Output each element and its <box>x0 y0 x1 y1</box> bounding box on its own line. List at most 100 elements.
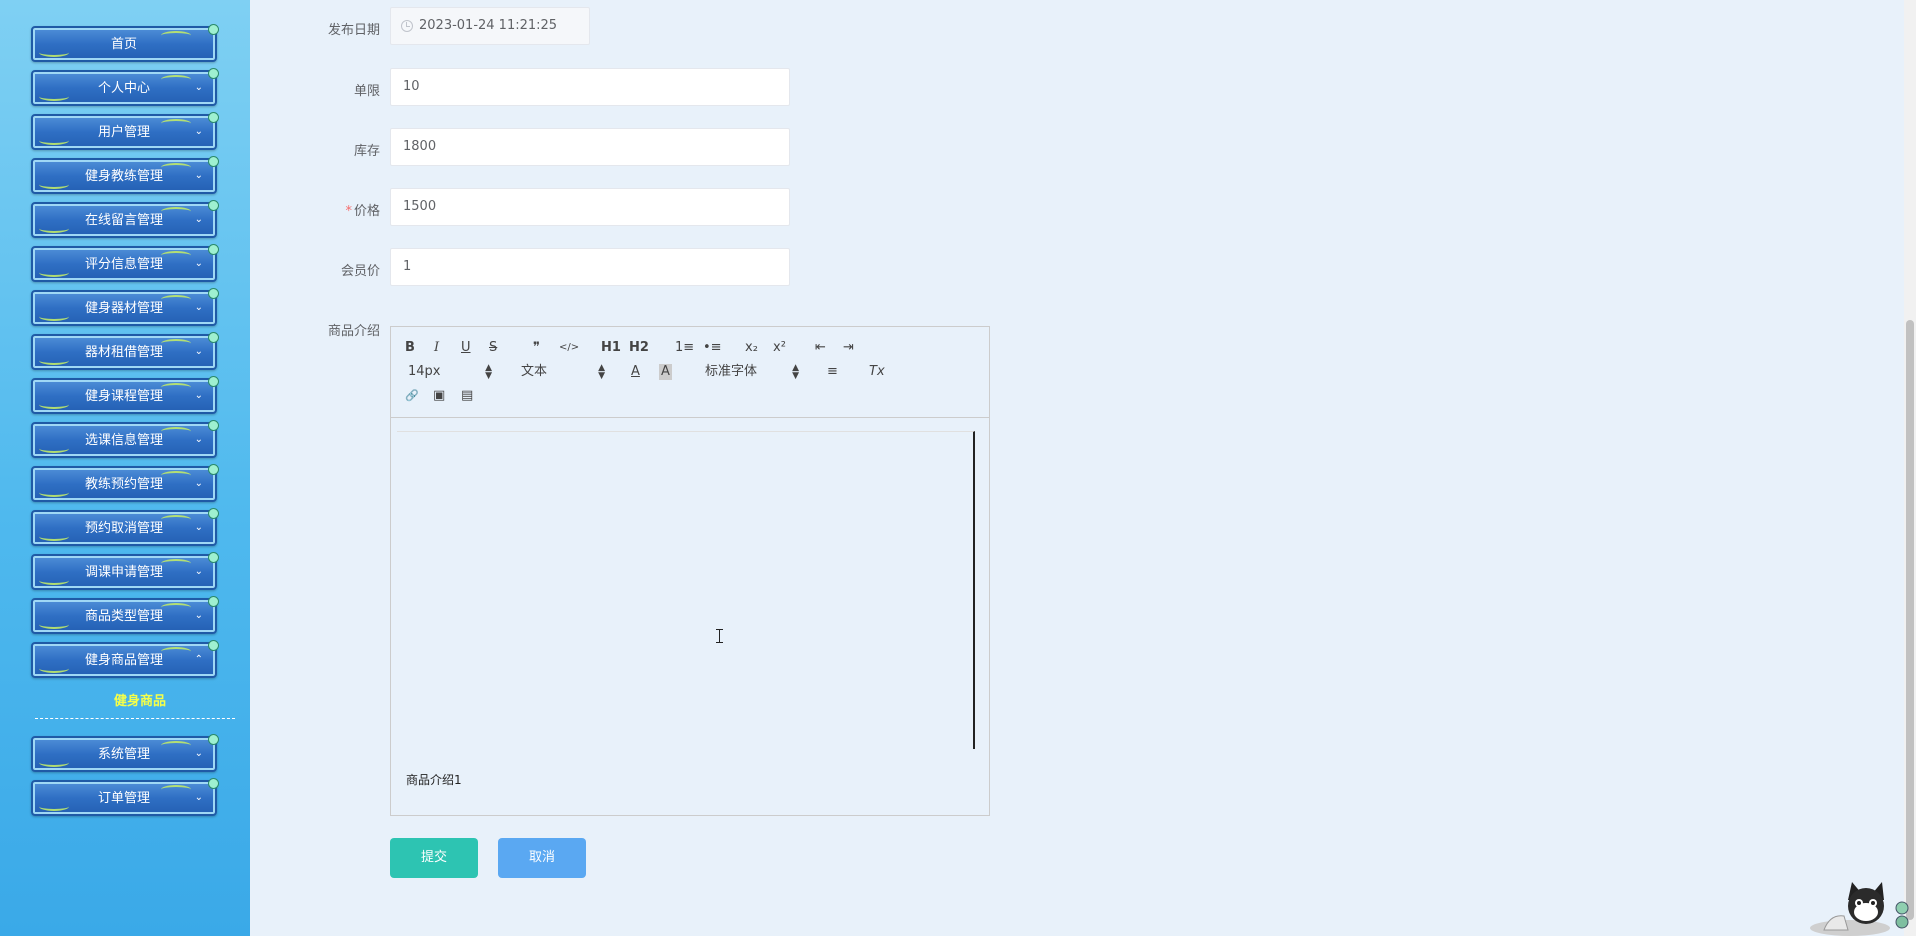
align-icon[interactable]: ≡ <box>827 364 838 380</box>
italic-icon[interactable]: I <box>434 340 439 356</box>
sidebar-item-equipment-rental[interactable]: 器材租借管理 ⌄ <box>31 332 219 370</box>
sidebar-item-label: 教练预约管理 <box>84 477 163 492</box>
dot-icon <box>208 552 219 563</box>
limit-input[interactable]: 10 <box>390 68 790 106</box>
sidebar-item-system[interactable]: 系统管理 ⌄ <box>31 734 219 772</box>
stock-input[interactable]: 1800 <box>390 128 790 166</box>
dot-icon <box>208 376 219 387</box>
chevron-down-icon: ⌄ <box>194 258 203 269</box>
dot-icon <box>208 640 219 651</box>
header-select[interactable]: 文本 ▲ ▼ <box>521 364 605 381</box>
dot-icon <box>208 156 219 167</box>
sidebar-item-label: 选课信息管理 <box>84 433 163 448</box>
strike-icon[interactable]: S <box>489 340 497 356</box>
text-color-icon[interactable]: A <box>631 364 640 380</box>
chevron-down-icon: ⌄ <box>194 170 203 181</box>
sidebar: 首页 个人中心 ⌄ 用户管理 ⌄ 健身教练管理 ⌄ 在线留言管理 ⌄ 评分信息管… <box>0 0 250 936</box>
sidebar-item-label: 商品类型管理 <box>84 609 163 624</box>
sidebar-item-booking-cancel[interactable]: 预约取消管理 ⌄ <box>31 508 219 546</box>
sidebar-item-label: 预约取消管理 <box>84 521 163 536</box>
sidebar-item-course-selection[interactable]: 选课信息管理 ⌄ <box>31 420 219 458</box>
sidebar-item-label: 健身器材管理 <box>84 301 163 316</box>
chevron-down-icon: ⌄ <box>194 566 203 577</box>
sidebar-item-label: 评分信息管理 <box>84 257 163 272</box>
dot-icon <box>208 734 219 745</box>
font-family-select[interactable]: 标准字体 ▲ ▼ <box>705 363 799 381</box>
h2-icon[interactable]: H2 <box>629 340 649 356</box>
sidebar-item-messages[interactable]: 在线留言管理 ⌄ <box>31 200 219 238</box>
dot-icon <box>208 508 219 519</box>
chevron-down-icon: ⌄ <box>194 522 203 533</box>
dot-icon <box>208 24 219 35</box>
outdent-icon[interactable]: ⇤ <box>815 340 826 356</box>
chevron-down-icon: ⌄ <box>194 82 203 93</box>
sidebar-item-coach-booking[interactable]: 教练预约管理 ⌄ <box>31 464 219 502</box>
select-arrows-icon: ▲ ▼ <box>485 363 492 381</box>
chevron-down-icon: ⌄ <box>194 478 203 489</box>
dot-icon <box>208 200 219 211</box>
sidebar-item-equipment[interactable]: 健身器材管理 ⌄ <box>31 288 219 326</box>
sidebar-item-label: 健身教练管理 <box>84 169 163 184</box>
bullet-list-icon[interactable]: •≡ <box>703 340 722 356</box>
cat-mascot-icon[interactable] <box>1810 870 1910 936</box>
sidebar-item-coaches[interactable]: 健身教练管理 ⌄ <box>31 156 219 194</box>
editor-toolbar: B I U S ❞ </> H1 H2 1≡ •≡ x₂ x² ⇤ ⇥ 14px… <box>391 327 989 418</box>
dot-icon <box>208 68 219 79</box>
scrollbar-thumb[interactable] <box>1906 320 1914 920</box>
member-price-label: 会员价 <box>340 264 380 279</box>
price-label-text: 价格 <box>353 204 380 219</box>
rich-text-editor: B I U S ❞ </> H1 H2 1≡ •≡ x₂ x² ⇤ ⇥ 14px… <box>390 326 990 816</box>
page-scrollbar[interactable] <box>1904 0 1916 936</box>
editor-content-area[interactable]: 商品介绍1 <box>391 417 989 815</box>
underline-icon[interactable]: U <box>461 340 471 356</box>
clean-format-icon[interactable]: Tx <box>869 364 885 380</box>
price-label: * 价格 <box>250 200 380 219</box>
dot-icon <box>208 288 219 299</box>
image-icon[interactable]: ▣ <box>433 388 445 404</box>
video-icon[interactable]: ▤ <box>461 388 473 404</box>
bold-icon[interactable]: B <box>405 340 415 356</box>
chevron-down-icon: ⌄ <box>194 748 203 759</box>
subscript-icon[interactable]: x₂ <box>745 340 758 356</box>
member-price-input[interactable]: 1 <box>390 248 790 286</box>
sidebar-item-product-types[interactable]: 商品类型管理 ⌄ <box>31 596 219 634</box>
sidebar-item-course-change[interactable]: 调课申请管理 ⌄ <box>31 552 219 590</box>
price-input[interactable]: 1500 <box>390 188 790 226</box>
submit-button[interactable]: 提交 <box>390 838 478 878</box>
font-size-select[interactable]: 14px ▲ ▼ <box>408 363 492 381</box>
chevron-down-icon: ⌄ <box>194 390 203 401</box>
sidebar-item-users[interactable]: 用户管理 ⌄ <box>31 112 219 150</box>
link-icon[interactable]: 🔗 <box>405 388 419 404</box>
sidebar-subitem-products[interactable]: 健身商品 <box>40 690 240 709</box>
code-icon[interactable]: </> <box>559 340 579 356</box>
description-content[interactable]: 商品介绍1 <box>406 771 462 788</box>
chevron-down-icon: ⌄ <box>194 302 203 313</box>
chevron-down-icon: ⌄ <box>194 610 203 621</box>
sidebar-item-orders[interactable]: 订单管理 ⌄ <box>31 778 219 816</box>
select-arrows-icon: ▲ ▼ <box>792 363 799 381</box>
dot-icon <box>208 596 219 607</box>
stock-label: 库存 <box>353 144 380 159</box>
sidebar-item-label: 健身商品管理 <box>84 653 163 668</box>
h1-icon[interactable]: H1 <box>601 340 621 356</box>
dot-icon <box>208 420 219 431</box>
ordered-list-icon[interactable]: 1≡ <box>675 340 694 356</box>
publish-date-value: 2023-01-24 11:21:25 <box>419 18 558 33</box>
sidebar-item-profile[interactable]: 个人中心 ⌄ <box>31 68 219 106</box>
sidebar-item-label: 用户管理 <box>97 125 150 140</box>
sidebar-item-courses[interactable]: 健身课程管理 ⌄ <box>31 376 219 414</box>
superscript-icon[interactable]: x² <box>773 340 786 356</box>
sidebar-item-products[interactable]: 健身商品管理 ⌃ <box>31 640 219 678</box>
sidebar-item-home[interactable]: 首页 <box>31 24 219 62</box>
chevron-down-icon: ⌄ <box>194 126 203 137</box>
dot-icon <box>208 778 219 789</box>
chevron-down-icon: ⌄ <box>194 214 203 225</box>
indent-icon[interactable]: ⇥ <box>843 340 854 356</box>
cancel-button[interactable]: 取消 <box>498 838 586 878</box>
dot-icon <box>208 112 219 123</box>
sidebar-item-ratings[interactable]: 评分信息管理 ⌄ <box>31 244 219 282</box>
embedded-frame <box>397 431 975 749</box>
sidebar-item-label: 个人中心 <box>97 81 150 96</box>
blockquote-icon[interactable]: ❞ <box>533 340 540 356</box>
background-color-icon[interactable]: A <box>659 364 672 380</box>
